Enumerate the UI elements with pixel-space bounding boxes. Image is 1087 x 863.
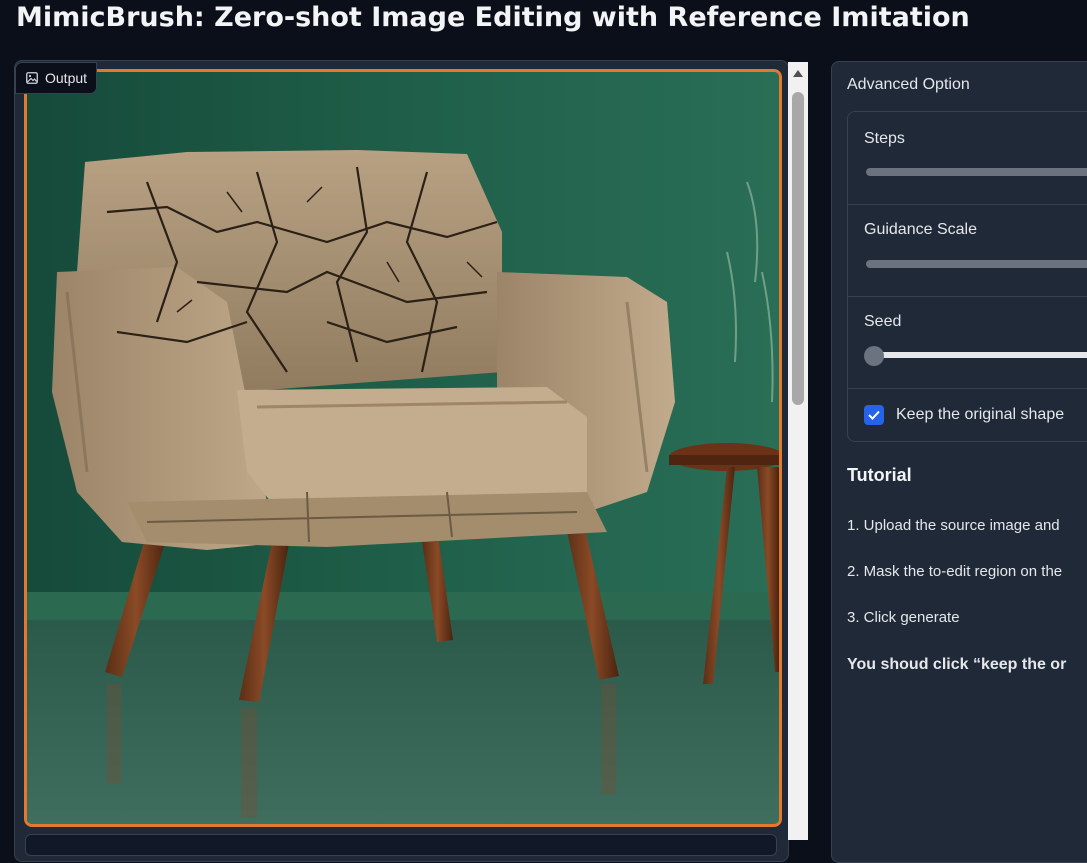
output-footer-bar xyxy=(25,834,777,856)
advanced-options-box: Steps Guidance Scale Seed Keep the origi… xyxy=(847,111,1087,442)
image-icon xyxy=(26,72,38,84)
steps-row: Steps xyxy=(848,112,1087,205)
tutorial-note: You shoud click “keep the or xyxy=(847,656,1067,673)
scroll-up-icon[interactable] xyxy=(793,70,803,77)
keep-shape-label[interactable]: Keep the original shape xyxy=(896,406,1064,424)
tutorial-step-3: 3. Click generate xyxy=(847,609,960,626)
keep-shape-row: Keep the original shape xyxy=(848,388,1087,441)
guidance-row: Guidance Scale xyxy=(848,204,1087,297)
output-image[interactable] xyxy=(24,69,782,827)
keep-shape-checkbox[interactable] xyxy=(864,405,884,425)
armchair-image xyxy=(27,72,779,824)
seed-row: Seed xyxy=(848,296,1087,389)
steps-label: Steps xyxy=(864,130,905,147)
seed-label: Seed xyxy=(864,313,902,330)
guidance-scale-slider[interactable] xyxy=(866,260,1087,268)
output-label: Output xyxy=(15,62,98,94)
checkmark-icon xyxy=(868,410,880,420)
advanced-option-label[interactable]: Advanced Option xyxy=(847,76,970,94)
tutorial-step-2: 2. Mask the to-edit region on the xyxy=(847,563,1063,580)
seed-slider-knob[interactable] xyxy=(864,346,884,366)
steps-slider[interactable] xyxy=(866,168,1087,176)
seed-slider[interactable] xyxy=(866,352,1087,358)
tutorial-step-1: 1. Upload the source image and xyxy=(847,517,1060,534)
tutorial-heading: Tutorial xyxy=(847,465,912,485)
scrollbar[interactable] xyxy=(788,62,808,840)
output-label-text: Output xyxy=(45,70,88,86)
guidance-scale-label: Guidance Scale xyxy=(864,221,977,238)
page-title: MimicBrush: Zero-shot Image Editing with… xyxy=(16,2,970,33)
scrollbar-thumb[interactable] xyxy=(792,92,804,405)
